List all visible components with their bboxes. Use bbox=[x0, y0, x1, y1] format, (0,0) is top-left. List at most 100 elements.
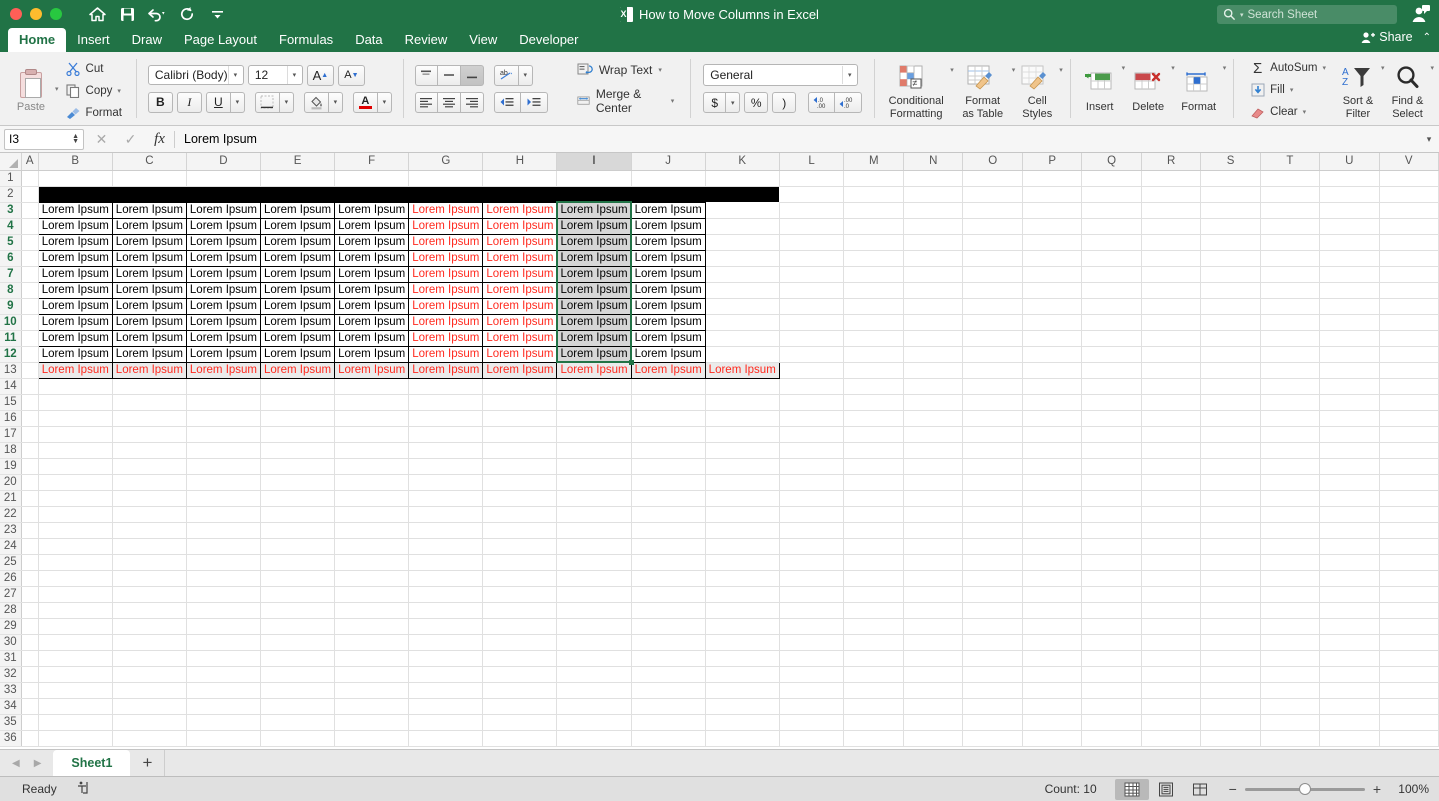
cell-J6[interactable]: Lorem Ipsum bbox=[630, 249, 706, 267]
cell-P24[interactable] bbox=[1022, 538, 1083, 555]
cell-E13[interactable]: Lorem Ipsum bbox=[260, 361, 336, 379]
cell-L26[interactable] bbox=[779, 570, 845, 587]
cell-D29[interactable] bbox=[186, 618, 262, 635]
cell-T29[interactable] bbox=[1260, 618, 1321, 635]
cell-D22[interactable] bbox=[186, 506, 262, 523]
cell-N22[interactable] bbox=[903, 506, 964, 523]
cell-R7[interactable] bbox=[1141, 266, 1202, 283]
cell-D19[interactable] bbox=[186, 458, 262, 475]
cell-T5[interactable] bbox=[1260, 234, 1321, 251]
cell-I35[interactable] bbox=[556, 714, 632, 731]
cell-R26[interactable] bbox=[1141, 570, 1202, 587]
delete-cells-button[interactable]: Delete bbox=[1125, 64, 1171, 113]
cell-C26[interactable] bbox=[112, 570, 187, 587]
user-avatar[interactable] bbox=[1411, 4, 1431, 29]
cell-P18[interactable] bbox=[1022, 442, 1083, 459]
cell-L33[interactable] bbox=[779, 682, 845, 699]
cell-E27[interactable] bbox=[260, 586, 336, 603]
zoom-in-button[interactable]: + bbox=[1373, 781, 1381, 797]
cell-R2[interactable] bbox=[1141, 186, 1202, 203]
cell-Q24[interactable] bbox=[1081, 538, 1142, 555]
cell-B3[interactable]: Lorem Ipsum bbox=[37, 201, 113, 219]
normal-view-button[interactable] bbox=[1114, 778, 1149, 800]
cell-U17[interactable] bbox=[1319, 426, 1380, 443]
cell-G7[interactable]: Lorem Ipsum bbox=[408, 265, 484, 283]
column-header-O[interactable]: O bbox=[962, 153, 1023, 171]
cell-K22[interactable] bbox=[705, 506, 780, 523]
cell-K12[interactable] bbox=[705, 346, 780, 363]
cell-R6[interactable] bbox=[1141, 250, 1202, 267]
name-box[interactable]: I3 ▲ ▼ bbox=[4, 128, 84, 150]
cell-K21[interactable] bbox=[705, 490, 780, 507]
cell-Q8[interactable] bbox=[1081, 282, 1142, 299]
cell-K27[interactable] bbox=[705, 586, 780, 603]
undo-icon[interactable] bbox=[144, 3, 170, 25]
cell-A27[interactable] bbox=[21, 586, 39, 603]
zoom-out-button[interactable]: − bbox=[1229, 781, 1237, 797]
cell-N23[interactable] bbox=[903, 522, 964, 539]
cell-F13[interactable]: Lorem Ipsum bbox=[334, 361, 410, 379]
column-header-J[interactable]: J bbox=[631, 153, 706, 171]
cell-D35[interactable] bbox=[186, 714, 262, 731]
cell-F19[interactable] bbox=[334, 458, 410, 475]
expand-formula-bar-icon[interactable]: ▾ bbox=[1419, 134, 1439, 145]
insert-cells-button[interactable]: Insert bbox=[1078, 64, 1122, 113]
cell-D5[interactable]: Lorem Ipsum bbox=[185, 233, 262, 251]
align-left-button[interactable] bbox=[414, 91, 438, 113]
cell-I12[interactable]: Lorem Ipsum bbox=[556, 345, 632, 363]
cell-T24[interactable] bbox=[1260, 538, 1321, 555]
column-header-S[interactable]: S bbox=[1200, 153, 1261, 171]
cell-S6[interactable] bbox=[1200, 250, 1261, 267]
cell-V34[interactable] bbox=[1379, 698, 1439, 715]
cell-A6[interactable] bbox=[21, 250, 39, 267]
cell-Q19[interactable] bbox=[1081, 458, 1142, 475]
cell-U26[interactable] bbox=[1319, 570, 1380, 587]
row-header-23[interactable]: 23 bbox=[0, 522, 22, 539]
cell-T12[interactable] bbox=[1260, 346, 1321, 363]
cell-S13[interactable] bbox=[1200, 362, 1261, 379]
cell-B17[interactable] bbox=[38, 426, 113, 443]
cell-J12[interactable]: Lorem Ipsum bbox=[630, 345, 706, 363]
percent-button[interactable]: % bbox=[744, 92, 769, 113]
cell-L20[interactable] bbox=[779, 474, 845, 491]
cell-M6[interactable] bbox=[843, 250, 905, 267]
cell-J24[interactable] bbox=[631, 538, 706, 555]
cell-L18[interactable] bbox=[779, 442, 845, 459]
cell-F32[interactable] bbox=[334, 666, 410, 683]
cell-C16[interactable] bbox=[112, 410, 187, 427]
cell-I24[interactable] bbox=[556, 538, 632, 555]
cell-E23[interactable] bbox=[260, 522, 336, 539]
cell-E33[interactable] bbox=[260, 682, 336, 699]
cell-R1[interactable] bbox=[1141, 170, 1202, 187]
cell-J11[interactable]: Lorem Ipsum bbox=[630, 329, 706, 347]
cell-R11[interactable] bbox=[1141, 330, 1202, 347]
cell-E25[interactable] bbox=[260, 554, 336, 571]
cell-D33[interactable] bbox=[186, 682, 262, 699]
cell-C33[interactable] bbox=[112, 682, 187, 699]
cell-N28[interactable] bbox=[903, 602, 964, 619]
cell-Q3[interactable] bbox=[1081, 202, 1142, 219]
cell-B21[interactable] bbox=[38, 490, 113, 507]
cell-M15[interactable] bbox=[843, 394, 905, 411]
cell-U29[interactable] bbox=[1319, 618, 1380, 635]
column-header-U[interactable]: U bbox=[1319, 153, 1380, 171]
cell-C24[interactable] bbox=[112, 538, 187, 555]
font-size-select[interactable]: 12 ▾ bbox=[247, 65, 303, 85]
cell-C11[interactable]: Lorem Ipsum bbox=[111, 329, 187, 347]
fill-button[interactable]: Fill ▾ bbox=[1245, 80, 1331, 101]
cell-M27[interactable] bbox=[843, 586, 905, 603]
cell-E21[interactable] bbox=[260, 490, 336, 507]
copy-dropdown-icon[interactable]: ▾ bbox=[117, 87, 121, 95]
cell-N33[interactable] bbox=[903, 682, 964, 699]
cell-E35[interactable] bbox=[260, 714, 336, 731]
cell-M36[interactable] bbox=[843, 730, 905, 747]
cell-B19[interactable] bbox=[38, 458, 113, 475]
tab-page-layout[interactable]: Page Layout bbox=[173, 28, 268, 52]
cell-C28[interactable] bbox=[112, 602, 187, 619]
cell-T18[interactable] bbox=[1260, 442, 1321, 459]
cell-A21[interactable] bbox=[21, 490, 39, 507]
cell-A15[interactable] bbox=[21, 394, 39, 411]
cell-R18[interactable] bbox=[1141, 442, 1202, 459]
cell-O15[interactable] bbox=[962, 394, 1023, 411]
cell-Q31[interactable] bbox=[1081, 650, 1142, 667]
